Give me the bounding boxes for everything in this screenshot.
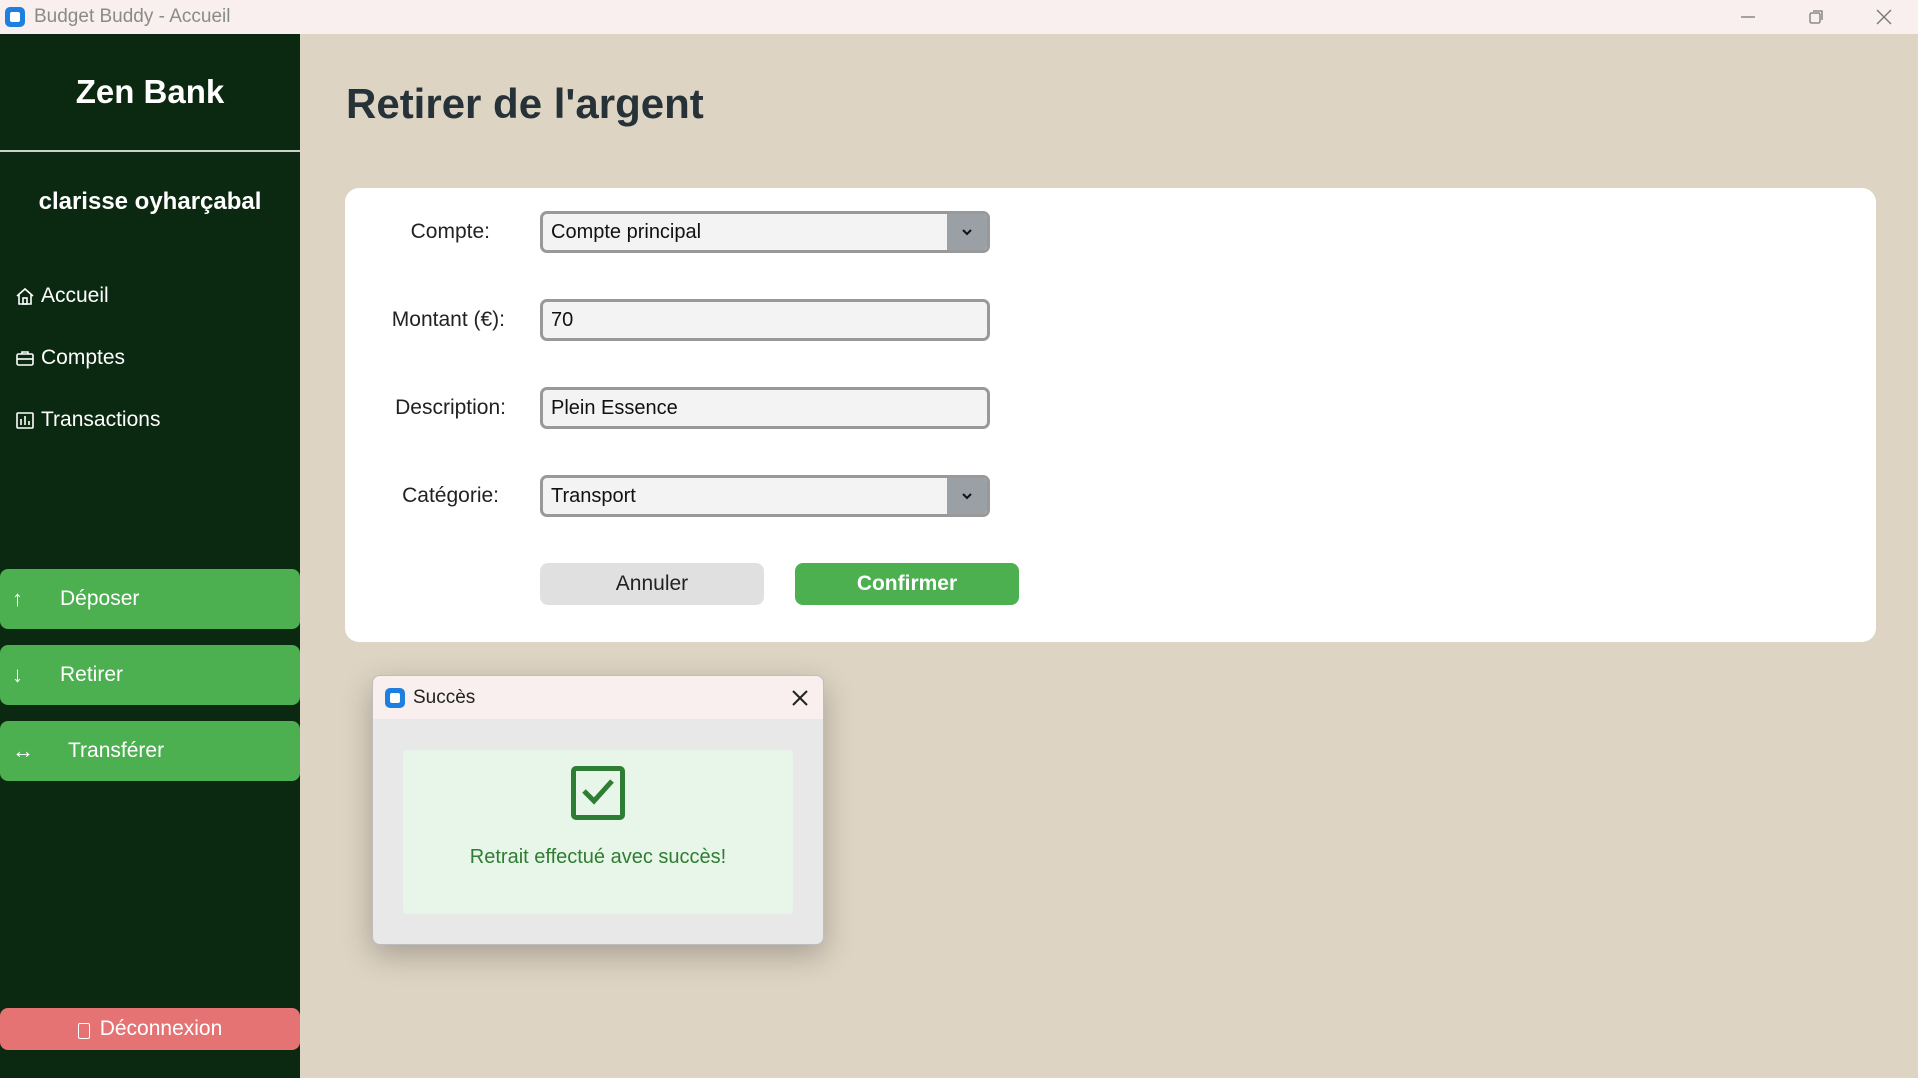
dialog-titlebar: Succès	[373, 676, 823, 719]
arrow-down-icon: ↓	[12, 662, 23, 687]
success-dialog: Succès Retrait effectué avec succès!	[372, 675, 824, 945]
account-label: Compte:	[410, 220, 490, 243]
dialog-message-panel: Retrait effectué avec succès!	[403, 750, 793, 914]
dialog-title: Succès	[413, 686, 476, 708]
amount-input[interactable]: 70	[540, 299, 990, 341]
close-icon	[792, 690, 808, 706]
category-label: Catégorie:	[402, 484, 499, 507]
deposit-label: Déposer	[60, 587, 140, 610]
door-icon	[77, 1022, 90, 1039]
restore-icon	[1809, 10, 1823, 24]
description-label: Description:	[395, 396, 506, 419]
brand-name: Zen Bank	[0, 34, 300, 152]
app-icon	[385, 687, 405, 708]
category-select[interactable]: Transport	[540, 475, 990, 517]
sidebar: Zen Bank clarisse oyharçabal Accueil Com…	[0, 34, 300, 1078]
minimize-button[interactable]	[1714, 0, 1782, 34]
category-value: Transport	[551, 484, 636, 507]
transfer-label: Transférer	[68, 739, 165, 762]
transfer-button[interactable]: ↔ Transférer	[0, 721, 300, 781]
sidebar-item-comptes[interactable]: Comptes	[14, 346, 125, 370]
restore-button[interactable]	[1782, 0, 1850, 34]
minimize-icon	[1741, 16, 1755, 18]
arrow-left-right-icon: ↔	[12, 738, 34, 763]
description-input[interactable]: Plein Essence	[540, 387, 990, 429]
withdraw-label: Retirer	[60, 663, 124, 686]
deposit-button[interactable]: ↑ Déposer	[0, 569, 300, 629]
description-value: Plein Essence	[551, 396, 678, 419]
sidebar-item-label: Comptes	[41, 346, 126, 369]
sidebar-item-transactions[interactable]: Transactions	[14, 408, 160, 432]
arrow-up-icon: ↑	[12, 586, 23, 611]
amount-value: 70	[551, 308, 574, 331]
close-window-button[interactable]	[1850, 0, 1918, 34]
withdraw-button[interactable]: ↓ Retirer	[0, 645, 300, 705]
sidebar-item-accueil[interactable]: Accueil	[14, 284, 109, 308]
dialog-close-button[interactable]	[789, 687, 811, 709]
logout-label: Déconnexion	[99, 1017, 223, 1040]
app-icon	[5, 7, 25, 27]
briefcase-icon	[14, 347, 36, 369]
window-controls	[1714, 0, 1918, 34]
user-name: clarisse oyharçabal	[38, 188, 262, 215]
sidebar-item-label: Transactions	[41, 408, 161, 431]
amount-label: Montant (€):	[391, 308, 505, 331]
account-select[interactable]: Compte principal	[540, 211, 990, 253]
close-icon	[1876, 9, 1892, 25]
dialog-message: Retrait effectué avec succès!	[469, 846, 727, 868]
home-icon	[14, 285, 36, 307]
chevron-down-icon[interactable]	[947, 478, 987, 514]
logout-button[interactable]: Déconnexion	[0, 1008, 300, 1050]
window-title: Budget Buddy - Accueil	[34, 6, 231, 27]
cancel-button[interactable]: Annuler	[540, 563, 764, 605]
confirm-button[interactable]: Confirmer	[795, 563, 1019, 605]
account-value: Compte principal	[551, 220, 702, 243]
bar-chart-icon	[14, 409, 36, 431]
checkmark-icon	[571, 766, 625, 820]
window-titlebar: Budget Buddy - Accueil	[0, 0, 1918, 34]
sidebar-item-label: Accueil	[41, 284, 109, 307]
page-title: Retirer de l'argent	[346, 80, 704, 127]
chevron-down-icon[interactable]	[947, 214, 987, 250]
